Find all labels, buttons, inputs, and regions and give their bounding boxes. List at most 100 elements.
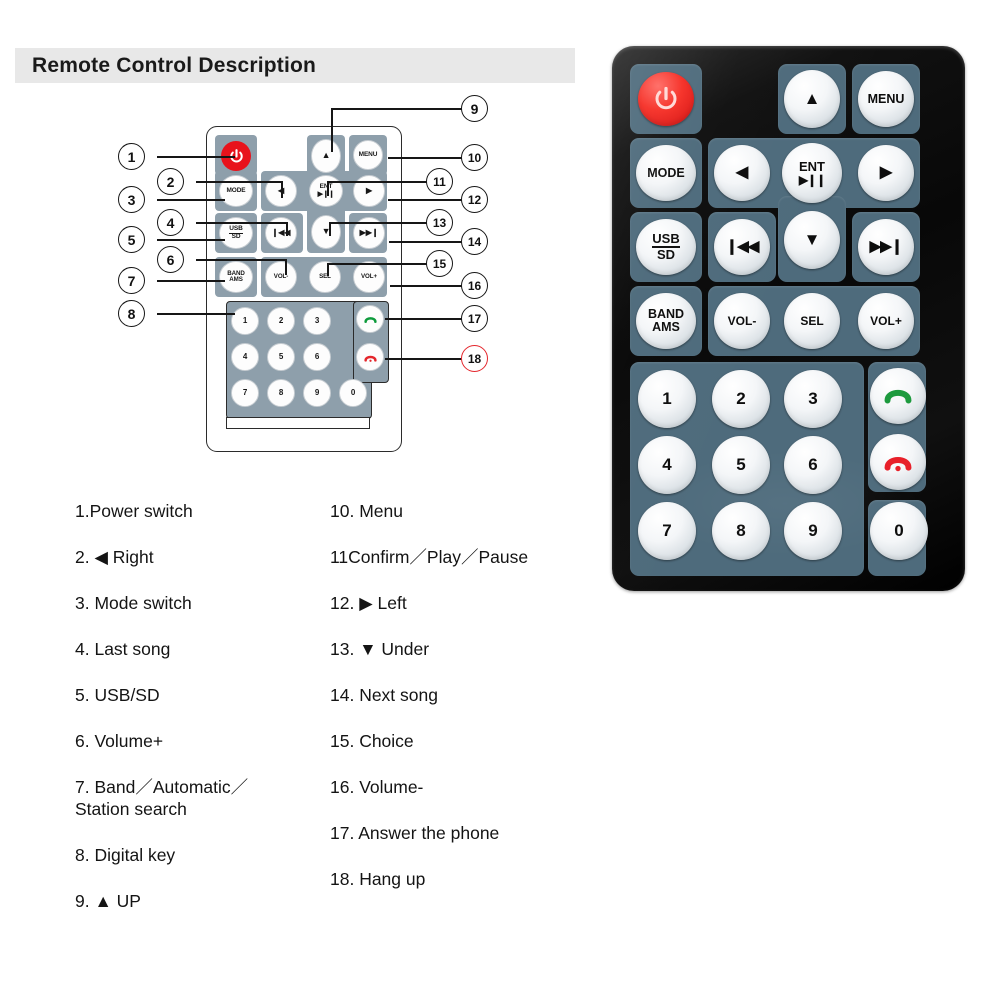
legend: 1.Power switch 2. ◀ Right 3. Mode switch… <box>0 500 620 970</box>
photo-bandams-button[interactable]: BAND AMS <box>636 293 696 349</box>
photo-key-4-label: 4 <box>662 455 672 475</box>
callout-16: 16 <box>461 272 488 299</box>
callout-4-label: 4 <box>166 214 175 231</box>
legend-item: 10. Menu <box>330 501 403 521</box>
callout-2-label: 2 <box>166 173 175 190</box>
photo-key-4[interactable]: 4 <box>638 436 696 494</box>
photo-answer-button[interactable] <box>870 368 926 424</box>
callout-12: 12 <box>461 186 488 213</box>
legend-item: 18. Hang up <box>330 869 426 889</box>
diagram-key-7[interactable]: 7 <box>231 379 259 407</box>
diagram-sel-button[interactable]: SEL <box>309 261 341 293</box>
legend-item: 6. Volume+ <box>75 731 164 751</box>
photo-hangup-button[interactable] <box>870 434 926 490</box>
diagram-up-button[interactable]: ▲ <box>311 139 341 173</box>
photo-down-button[interactable]: ▼ <box>784 211 840 269</box>
legend-item: 7. Band／Automatic／ Station search <box>75 777 249 819</box>
photo-key-0[interactable]: 0 <box>870 502 928 560</box>
callout-14-label: 14 <box>467 234 482 249</box>
diagram-key-5[interactable]: 5 <box>267 343 295 371</box>
callout-11-label: 11 <box>433 174 446 189</box>
arrow-down-icon: ▼ <box>803 230 821 250</box>
next-track-icon: ▶▶❙ <box>869 238 904 256</box>
callout-5-label: 5 <box>127 231 136 248</box>
photo-next-button[interactable]: ▶▶❙ <box>858 219 914 275</box>
diagram-key-0-label: 0 <box>350 387 356 397</box>
diagram-key-0[interactable]: 0 <box>339 379 367 407</box>
photo-volplus-button[interactable]: VOL+ <box>858 293 914 349</box>
leader-line-18 <box>385 358 462 360</box>
phone-hangup-icon <box>884 457 912 472</box>
photo-key-6[interactable]: 6 <box>784 436 842 494</box>
photo-key-3[interactable]: 3 <box>784 370 842 428</box>
diagram-menu-button[interactable]: MENU <box>353 140 383 170</box>
diagram-mode-button[interactable]: MODE <box>219 175 253 207</box>
photo-right-button[interactable]: ▶ <box>858 145 914 201</box>
photo-mode-button[interactable]: MODE <box>636 145 696 201</box>
diagram-bandams-button[interactable]: BAND AMS <box>219 261 253 293</box>
callout-17-label: 17 <box>467 311 482 326</box>
diagram-key-2[interactable]: 2 <box>267 307 295 335</box>
diagram-ent-label: ENT <box>319 183 333 191</box>
legend-item: 16. Volume- <box>330 777 424 797</box>
callout-7-label: 7 <box>127 272 136 289</box>
diagram-key-7-label: 7 <box>242 387 248 397</box>
callout-18-label: 18 <box>467 351 482 366</box>
photo-left-button[interactable]: ◀ <box>714 145 770 201</box>
leader-line-6v <box>285 259 287 275</box>
callout-14: 14 <box>461 228 488 255</box>
legend-item: 13. ▼ Under <box>330 639 430 659</box>
play-pause-icon: ▶❙❙ <box>798 172 826 187</box>
leader-line-12 <box>388 199 462 201</box>
photo-prev-button[interactable]: ❙◀◀ <box>714 219 770 275</box>
photo-key-1[interactable]: 1 <box>638 370 696 428</box>
photo-key-2-label: 2 <box>736 389 746 409</box>
callout-5: 5 <box>118 226 145 253</box>
callout-11: 11 <box>426 168 453 195</box>
photo-key-5[interactable]: 5 <box>712 436 770 494</box>
photo-up-button[interactable]: ▲ <box>784 70 840 128</box>
leader-line-4v <box>286 222 288 236</box>
legend-item: 12. ▶ Left <box>330 593 407 613</box>
diagram-key-6[interactable]: 6 <box>303 343 331 371</box>
photo-ent-button[interactable]: ENT ▶❙❙ <box>782 143 842 203</box>
diagram-key-2-label: 2 <box>278 315 284 325</box>
photo-key-1-label: 1 <box>662 389 672 409</box>
diagram-key-9[interactable]: 9 <box>303 379 331 407</box>
diagram-key-4[interactable]: 4 <box>231 343 259 371</box>
photo-key-8[interactable]: 8 <box>712 502 770 560</box>
previous-track-icon: ❙◀◀ <box>271 227 291 237</box>
diagram-down-button[interactable]: ▼ <box>311 215 341 249</box>
remote-diagram: ▲ MENU MODE ◀ ENT ▶❙❙ ▶ USB SD ❙◀◀ ▼ <box>0 0 600 500</box>
photo-sel-button[interactable]: SEL <box>784 293 840 349</box>
diagram-hangup-button[interactable] <box>356 343 384 371</box>
diagram-key-1[interactable]: 1 <box>231 307 259 335</box>
photo-usbsd-button[interactable]: USB SD <box>636 219 696 275</box>
diagram-key-5-label: 5 <box>278 351 284 361</box>
photo-key-7[interactable]: 7 <box>638 502 696 560</box>
diagram-volminus-button[interactable]: VOL- <box>265 261 297 293</box>
photo-ent-label: ENT <box>799 159 825 174</box>
photo-volminus-button[interactable]: VOL- <box>714 293 770 349</box>
legend-item: 1.Power switch <box>75 501 193 521</box>
diagram-volplus-button[interactable]: VOL+ <box>353 261 385 293</box>
photo-key-9[interactable]: 9 <box>784 502 842 560</box>
diagram-key-3[interactable]: 3 <box>303 307 331 335</box>
diagram-key-8-label: 8 <box>278 387 284 397</box>
photo-power-button[interactable] <box>638 72 694 126</box>
photo-usb-label: USB <box>652 231 680 248</box>
diagram-answer-button[interactable] <box>356 305 384 333</box>
leader-line-2 <box>196 181 282 183</box>
diagram-key-8[interactable]: 8 <box>267 379 295 407</box>
leader-line-14 <box>389 241 462 243</box>
diagram-ent-button[interactable]: ENT ▶❙❙ <box>309 175 343 207</box>
callout-6: 6 <box>157 246 184 273</box>
diagram-right-button[interactable]: ▶ <box>353 175 385 207</box>
photo-key-2[interactable]: 2 <box>712 370 770 428</box>
leader-line-8 <box>157 313 235 315</box>
previous-track-icon: ❙◀◀ <box>725 238 760 256</box>
leader-line-15v <box>327 263 329 276</box>
photo-menu-button[interactable]: MENU <box>858 71 914 127</box>
legend-item: 14. Next song <box>330 685 438 705</box>
photo-menu-label: MENU <box>867 91 905 106</box>
